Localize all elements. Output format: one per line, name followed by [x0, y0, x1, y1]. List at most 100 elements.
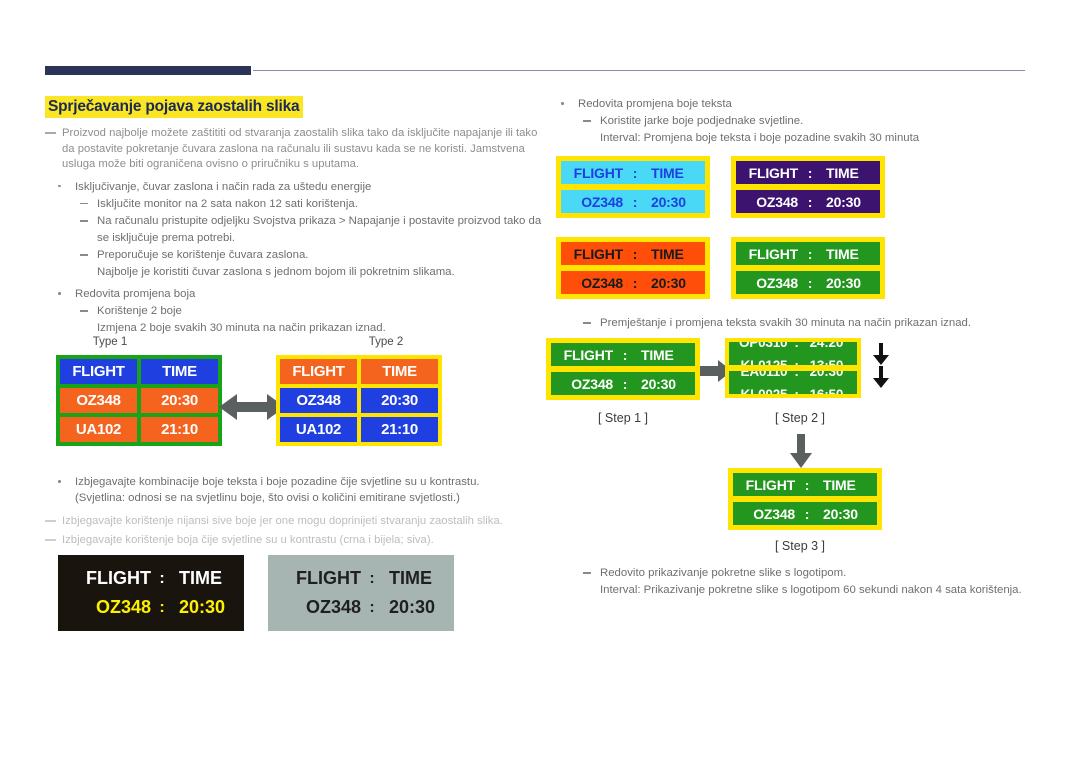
board-colon-icon: :: [369, 569, 375, 587]
board-colon-icon: :: [804, 476, 810, 493]
board-flight-number: OZ348: [756, 274, 798, 291]
board-header-row: FLIGHT : TIME: [561, 161, 705, 184]
sub-bright-colors-interval: Interval: Promjena boje teksta i boje po…: [600, 131, 920, 144]
right-column: Redovita promjena boje teksta Koristite …: [548, 96, 1028, 146]
sub-move-and-change-text: Premještanje i promjena teksta svakih 30…: [548, 315, 1028, 332]
scroll-flight-time: 16:50: [806, 387, 857, 394]
board-label-flight: FLIGHT: [573, 164, 624, 181]
scroll-line: KL0125 : 13:50: [729, 354, 857, 365]
bullet-dot-icon: [58, 184, 61, 188]
board-label-time: TIME: [826, 164, 859, 181]
board-colon-icon: :: [632, 245, 638, 262]
color-board-orange: FLIGHT : TIME OZ348 : 20:30: [556, 237, 710, 299]
type2-header-time: TIME: [361, 359, 438, 384]
type1-row1-time: 20:30: [141, 388, 218, 413]
sub-two-colors-detail: Izmjena 2 boje svakih 30 minuta na način…: [97, 321, 386, 334]
board-flight-time: 20:30: [179, 597, 226, 617]
board-colon-icon: :: [794, 342, 799, 350]
board-label-flight: FLIGHT: [748, 245, 799, 262]
board-label-flight: FLIGHT: [296, 568, 361, 588]
board-header-row: FLIGHT : TIME: [733, 473, 877, 496]
note-dash-icon: [45, 132, 56, 134]
board-label-flight: FLIGHT: [573, 245, 624, 262]
board-flight-time: 20:30: [389, 597, 436, 617]
scroll-flight-number: EA0110: [740, 371, 788, 379]
sub-text: Koristite jarke boje podjednake svjetlin…: [600, 115, 804, 127]
sub-bright-colors: Koristite jarke boje podjednake svjetlin…: [548, 113, 1028, 130]
sub-turn-off-monitor: Isključite monitor na 2 sata nakon 12 sa…: [45, 196, 545, 213]
sub-moving-image-logo: Redovito prikazivanje pokretne slike s l…: [548, 565, 1038, 582]
note-avoid-gray: Izbjegavajte korištenje nijansi sive boj…: [45, 514, 555, 530]
type2-row2-time: 21:10: [361, 417, 438, 442]
board-colon-icon: :: [632, 193, 638, 210]
sub-two-colors: Korištenje 2 boje: [45, 303, 545, 320]
board-label-time: TIME: [651, 245, 684, 262]
board-colon-icon: :: [807, 274, 813, 291]
left-column-lower-text: Izbjegavajte kombinacije boje teksta i b…: [45, 474, 555, 552]
board-flight-number: OZ348: [95, 597, 151, 617]
board-label-flight: FLIGHT: [748, 164, 799, 181]
board-colon-icon: :: [807, 245, 813, 262]
board-header-row: FLIGHT : TIME: [561, 242, 705, 265]
scroll-down-arrow-icon: [873, 366, 889, 388]
board-label-time: TIME: [641, 346, 674, 363]
type2-row1-flight: OZ348: [280, 388, 357, 413]
gray-board-header-row: FLIGHT : TIME: [277, 568, 445, 589]
type2-row2-flight: UA102: [280, 417, 357, 442]
black-flight-board: FLIGHT : TIME OZ348 : 20:30: [58, 555, 244, 631]
step2-scroll-top: OP0310 : 24:20 KL0125 : 13:50: [729, 342, 857, 365]
board-colon-icon: :: [632, 164, 638, 181]
type1-header-flight: FLIGHT: [60, 359, 137, 384]
bullet-dot-icon: [58, 480, 61, 483]
sub-dash-icon: [583, 120, 591, 122]
left-column: Sprječavanje pojava zaostalih slika Proi…: [45, 96, 545, 336]
type-comparison-group: Type 1 Type 2 FLIGHT TIME OZ348 20:30 UA…: [56, 336, 456, 456]
scroll-line: EA0110 : 20:30: [729, 371, 857, 383]
type2-row1-time: 20:30: [361, 388, 438, 413]
color-board-cyan: FLIGHT : TIME OZ348 : 20:30: [556, 156, 710, 218]
scroll-flight-number: KL0025: [729, 387, 788, 394]
board-value-row: OZ348 : 20:30: [561, 271, 705, 294]
gray-flight-board: FLIGHT : TIME OZ348 : 20:30: [268, 555, 454, 631]
board-label-flight: FLIGHT: [745, 476, 796, 493]
board-value-row: OZ348 : 20:30: [733, 502, 877, 525]
board-header-row: FLIGHT : TIME: [736, 242, 880, 265]
board-flight-number: OZ348: [581, 193, 623, 210]
type1-flight-board: FLIGHT TIME OZ348 20:30 UA102 21:10: [56, 355, 222, 446]
board-flight-time: 20:30: [651, 193, 686, 210]
board-flight-number: OZ348: [756, 193, 798, 210]
board-colon-icon: :: [369, 598, 375, 616]
step2-label: [ Step 2 ]: [774, 411, 826, 425]
step1-label: [ Step 1 ]: [597, 411, 649, 425]
step3-label: [ Step 3 ]: [774, 539, 826, 553]
board-flight-number: OZ348: [571, 375, 613, 392]
board-header-row: FLIGHT : TIME: [551, 343, 695, 366]
board-header-row: FLIGHT : TIME: [736, 161, 880, 184]
board-colon-icon: :: [787, 358, 805, 365]
bullet-text-color-change: Redovita promjena boje teksta: [548, 96, 1028, 112]
type1-row2-time: 21:10: [141, 417, 218, 442]
sub-text: Isključite monitor na 2 sata nakon 12 sa…: [97, 197, 358, 210]
bullet-regular-color-change: Redovita promjena boja: [45, 286, 545, 302]
bullet-avoid-contrast-detail: (Svjetlina: odnosi se na svjetlinu boje,…: [75, 492, 460, 504]
type1-header-time: TIME: [141, 359, 218, 384]
board-colon-icon: :: [159, 569, 165, 587]
board-colon-icon: :: [794, 371, 799, 379]
board-flight-time: 20:30: [823, 505, 858, 522]
board-value-row: OZ348 : 20:30: [561, 190, 705, 213]
board-label-flight: FLIGHT: [86, 568, 151, 588]
board-flight-time: 20:30: [826, 193, 861, 210]
sub-dash-icon: [583, 572, 591, 574]
board-flight-number: OZ348: [305, 597, 361, 617]
note-text: Proizvod najbolje možete zaštititi od st…: [62, 127, 538, 171]
board-colon-icon: :: [804, 505, 810, 522]
step3-flight-board: FLIGHT : TIME OZ348 : 20:30: [728, 468, 882, 530]
step2-scroll-bottom: EA0110 : 20:30 KL0025 : 16:50: [729, 371, 857, 394]
bullet-dot-icon: [58, 292, 61, 295]
board-label-time: TIME: [823, 476, 856, 493]
board-colon-icon: :: [159, 598, 165, 616]
scroll-flight-number: OP0310: [739, 342, 788, 350]
right-column-lower-text: Redovito prikazivanje pokretne slike s l…: [548, 565, 1038, 598]
page-title: Sprječavanje pojava zaostalih slika: [45, 96, 304, 118]
board-colon-icon: :: [787, 387, 805, 394]
